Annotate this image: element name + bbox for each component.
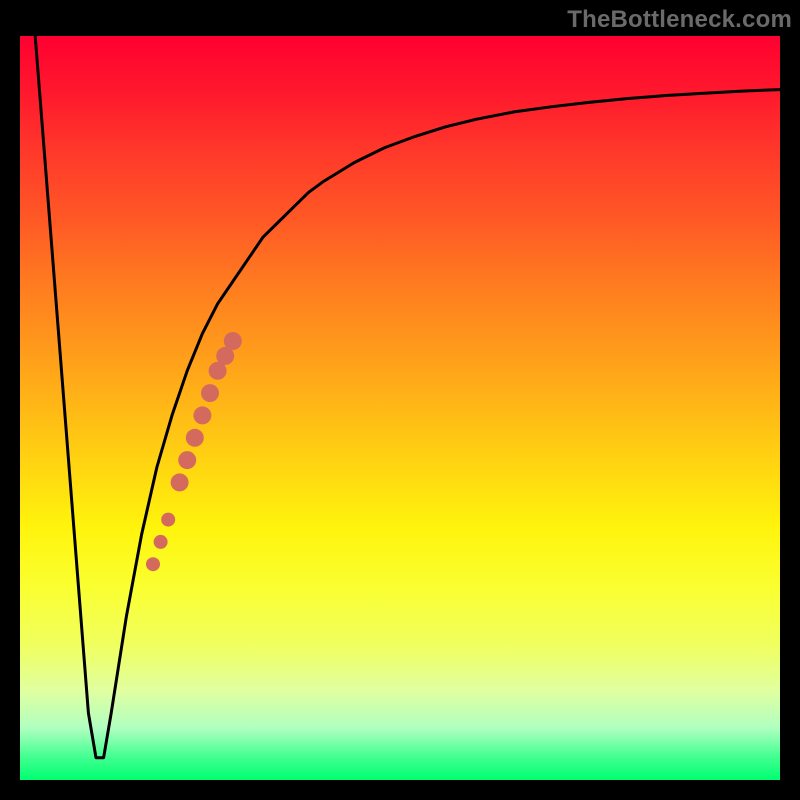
data-point (201, 384, 219, 402)
main-curve (35, 36, 780, 758)
data-point (193, 406, 211, 424)
plot-svg (20, 36, 780, 780)
data-point (178, 451, 196, 469)
data-point (161, 513, 175, 527)
watermark-text: TheBottleneck.com (567, 6, 792, 34)
chart-frame: TheBottleneck.com (0, 0, 800, 800)
data-point (224, 332, 242, 350)
data-point (186, 429, 204, 447)
data-point (154, 535, 168, 549)
data-point (146, 557, 160, 571)
plot-area (20, 36, 780, 780)
data-point (171, 473, 189, 491)
